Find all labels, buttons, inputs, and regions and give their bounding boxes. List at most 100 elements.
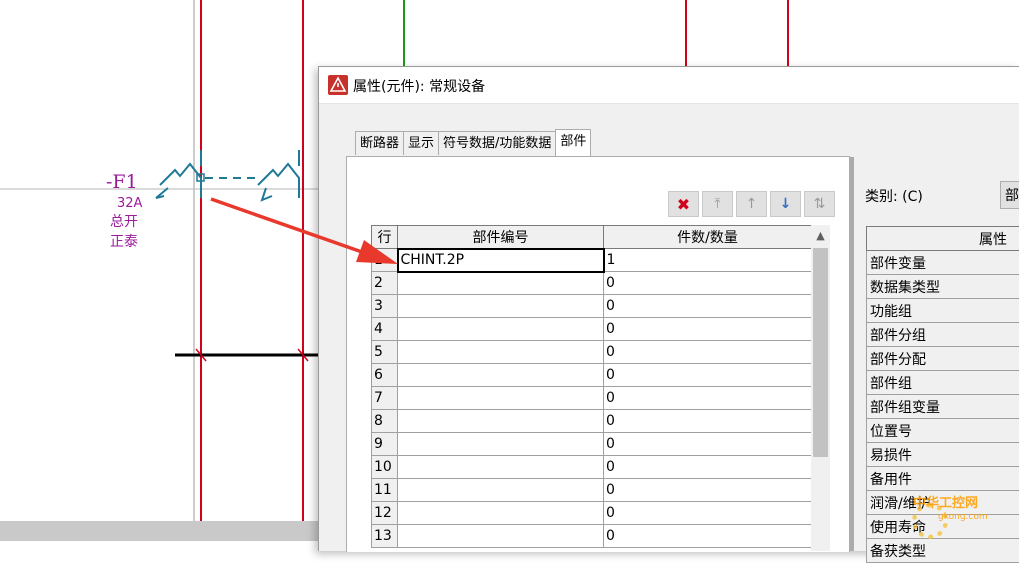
quantity-cell[interactable]: 0 [604,318,812,341]
quantity-cell[interactable]: 0 [604,410,812,433]
column-header-part-number[interactable]: 部件编号 [398,226,604,249]
table-row[interactable]: 70 [372,387,812,410]
column-header-row[interactable]: 行 [372,226,398,249]
parts-grid-scrollbar[interactable]: ▲ [811,225,830,551]
quantity-cell[interactable]: 1 [604,249,812,272]
table-row[interactable]: 80 [372,410,812,433]
part-number-cell[interactable] [398,387,604,410]
move-top-icon: ⤒ [714,196,720,212]
row-number-cell[interactable]: 4 [372,318,398,341]
quantity-cell[interactable]: 0 [604,479,812,502]
move-to-top-button[interactable]: ⤒ [702,191,733,217]
swap-button[interactable]: ⇅ [804,191,835,217]
property-row[interactable]: 部件组变量 [867,395,1019,419]
property-name-cell[interactable]: 备用件 [867,467,1019,491]
row-number-cell[interactable]: 8 [372,410,398,433]
row-number-cell[interactable]: 10 [372,456,398,479]
quantity-cell[interactable]: 0 [604,433,812,456]
part-number-cell[interactable] [398,410,604,433]
row-number-cell[interactable]: 6 [372,364,398,387]
property-name-cell[interactable]: 数据集类型 [867,275,1019,299]
property-row[interactable]: 部件变量 [867,251,1019,275]
device-tag: -F1 [106,171,138,193]
move-down-button[interactable]: ↓ [770,191,801,217]
tab-parts[interactable]: 部件 [555,129,591,156]
row-number-cell[interactable]: 13 [372,525,398,548]
quantity-cell[interactable]: 0 [604,272,812,295]
part-number-cell[interactable] [398,364,604,387]
table-row[interactable]: 12 0 [372,502,812,525]
row-number-cell[interactable]: 2 [372,272,398,295]
quantity-cell[interactable]: 0 [604,364,812,387]
row-number-cell[interactable]: 12 [372,502,398,525]
row-number-cell[interactable]: 5 [372,341,398,364]
column-header-quantity[interactable]: 件数/数量 [604,226,812,249]
quantity-cell[interactable]: 0 [604,295,812,318]
delete-row-button[interactable]: ✖ [668,191,699,217]
table-row[interactable]: 1CHINT.2P1 [372,249,812,272]
part-number-cell[interactable] [398,433,604,456]
table-row[interactable]: 20 [372,272,812,295]
property-name-cell[interactable]: 部件变量 [867,251,1019,275]
part-number-cell[interactable] [398,272,604,295]
table-row[interactable]: 13 0 [372,525,812,548]
row-number-cell[interactable]: 9 [372,433,398,456]
table-row[interactable]: 50 [372,341,812,364]
property-row[interactable]: 数据集类型 [867,275,1019,299]
property-row[interactable]: 部件分组 [867,323,1019,347]
property-row[interactable]: 部件分配 [867,347,1019,371]
property-name-cell[interactable]: 部件分组 [867,323,1019,347]
property-name-cell[interactable]: 位置号 [867,419,1019,443]
parts-grid: 行 部件编号 件数/数量 1CHINT.2P120304050607080901… [371,225,812,548]
property-name-cell[interactable]: 部件分配 [867,347,1019,371]
property-row[interactable]: 部件组 [867,371,1019,395]
breaker-symbol [156,150,299,200]
scrollbar-thumb[interactable] [813,248,828,457]
category-dropdown[interactable]: 部 [1000,181,1019,209]
part-number-cell[interactable] [398,502,604,525]
quantity-cell[interactable]: 0 [604,456,812,479]
dialog-titlebar[interactable]: 属性(元件): 常规设备 [319,67,1019,104]
property-row[interactable]: 功能组 [867,299,1019,323]
table-row[interactable]: 90 [372,433,812,456]
properties-header[interactable]: 属性 [867,227,1019,251]
row-number-cell[interactable]: 11 [372,479,398,502]
horizontal-scrollbar[interactable] [0,521,318,541]
row-number-cell[interactable]: 1 [372,249,398,272]
move-up-button[interactable]: ↑ [736,191,767,217]
quantity-cell[interactable]: 0 [604,525,812,548]
table-row[interactable]: 10 0 [372,456,812,479]
part-number-cell[interactable] [398,456,604,479]
table-row[interactable]: 40 [372,318,812,341]
part-number-cell[interactable] [398,318,604,341]
property-name-cell[interactable]: 部件组 [867,371,1019,395]
part-number-cell[interactable] [398,525,604,548]
row-number-cell[interactable]: 3 [372,295,398,318]
property-row[interactable]: 位置号 [867,419,1019,443]
row-number-cell[interactable]: 7 [372,387,398,410]
property-name-cell[interactable]: 易损件 [867,443,1019,467]
property-name-cell[interactable]: 备获类型 [867,539,1019,563]
tab-symbol-function-data[interactable]: 符号数据/功能数据 [438,131,555,155]
property-row[interactable]: 备用件 [867,467,1019,491]
part-number-cell[interactable] [398,295,604,318]
table-row[interactable]: 11 0 [372,479,812,502]
table-row[interactable]: 30 [372,295,812,318]
part-number-cell[interactable] [398,479,604,502]
device-rating: 32A [117,196,143,211]
panel-splitter[interactable] [850,157,854,551]
tab-display[interactable]: 显示 [403,131,438,155]
table-row[interactable]: 60 [372,364,812,387]
part-number-cell[interactable] [398,341,604,364]
tab-circuit-breaker[interactable]: 断路器 [355,131,403,155]
part-number-cell[interactable]: CHINT.2P [398,249,604,272]
quantity-cell[interactable]: 0 [604,341,812,364]
quantity-cell[interactable]: 0 [604,387,812,410]
property-row[interactable]: 备获类型 [867,539,1019,563]
delete-x-icon: ✖ [677,195,690,214]
quantity-cell[interactable]: 0 [604,502,812,525]
scroll-up-icon[interactable]: ▲ [811,225,830,247]
property-name-cell[interactable]: 部件组变量 [867,395,1019,419]
property-name-cell[interactable]: 功能组 [867,299,1019,323]
property-row[interactable]: 易损件 [867,443,1019,467]
